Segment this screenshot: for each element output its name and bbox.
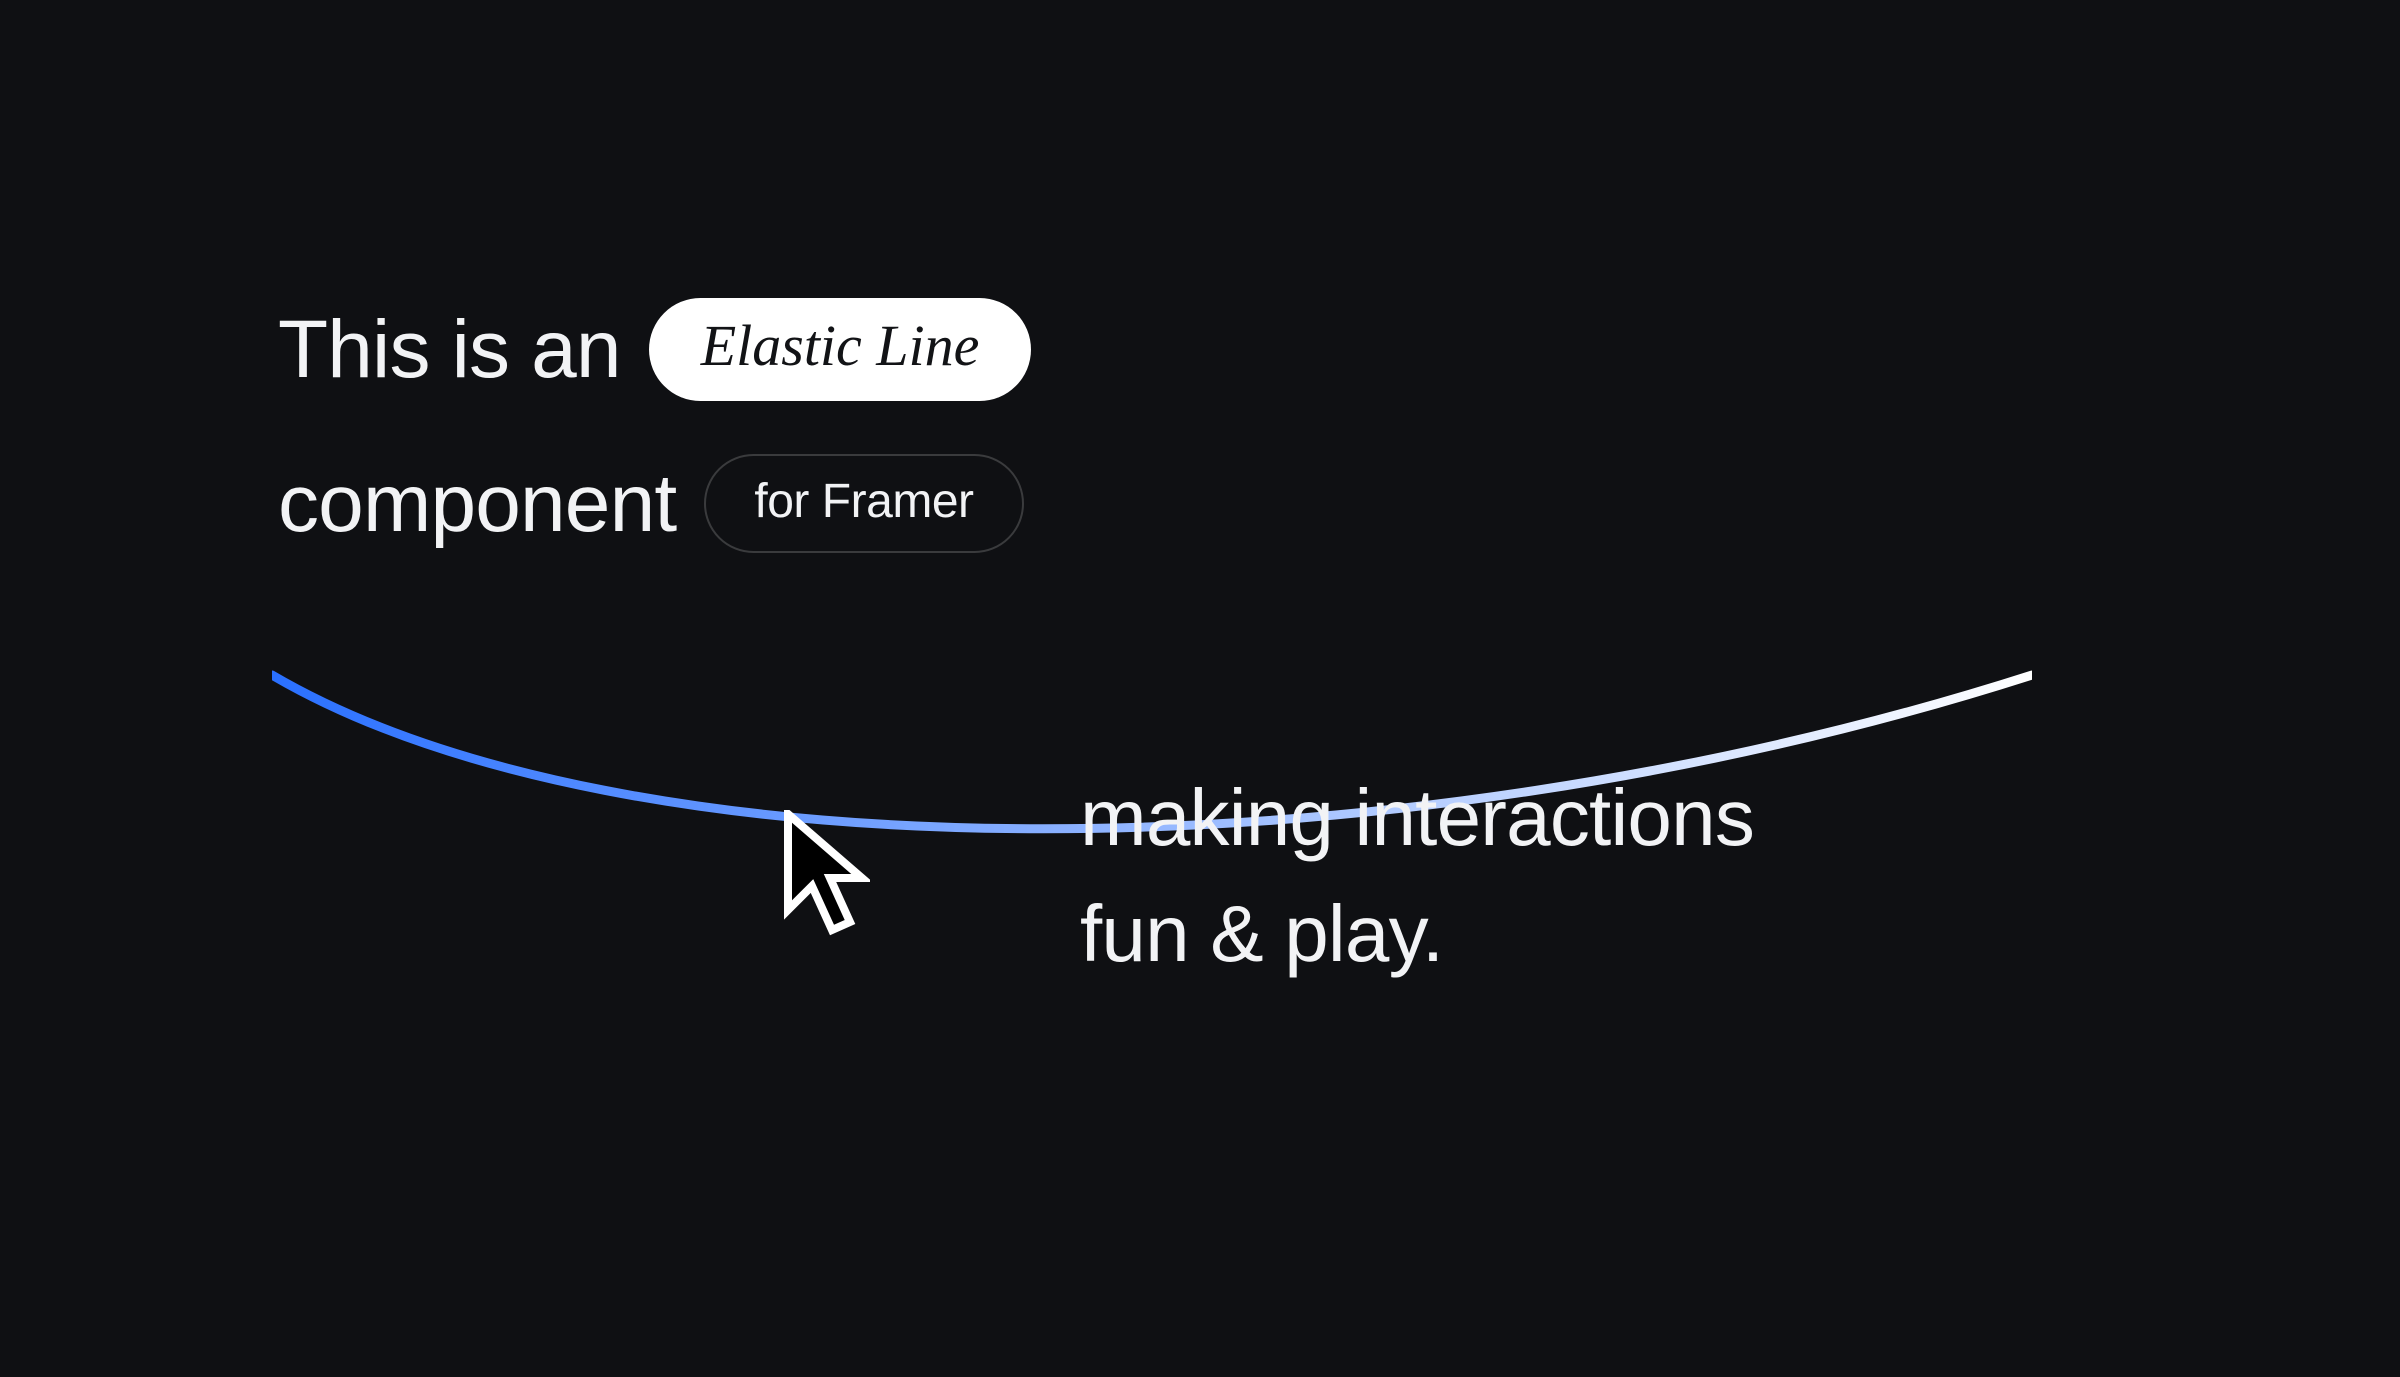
pill-elastic-line-label: Elastic Line [701,312,980,379]
headline-text-1: This is an [278,303,621,397]
promo-canvas: This is an Elastic Line component for Fr… [0,0,2400,1377]
tagline-line-1: making interactions [1080,760,1754,876]
headline-row-2: component for Framer [278,454,1024,553]
tagline-line-2: fun & play. [1080,876,1754,992]
pill-for-framer-label: for Framer [754,474,973,529]
pill-for-framer[interactable]: for Framer [704,454,1023,553]
tagline: making interactions fun & play. [1080,760,1754,992]
cursor-icon [780,810,870,950]
pill-elastic-line[interactable]: Elastic Line [649,298,1032,401]
headline-text-2: component [278,457,676,551]
headline-row-1: This is an Elastic Line [278,298,1031,401]
